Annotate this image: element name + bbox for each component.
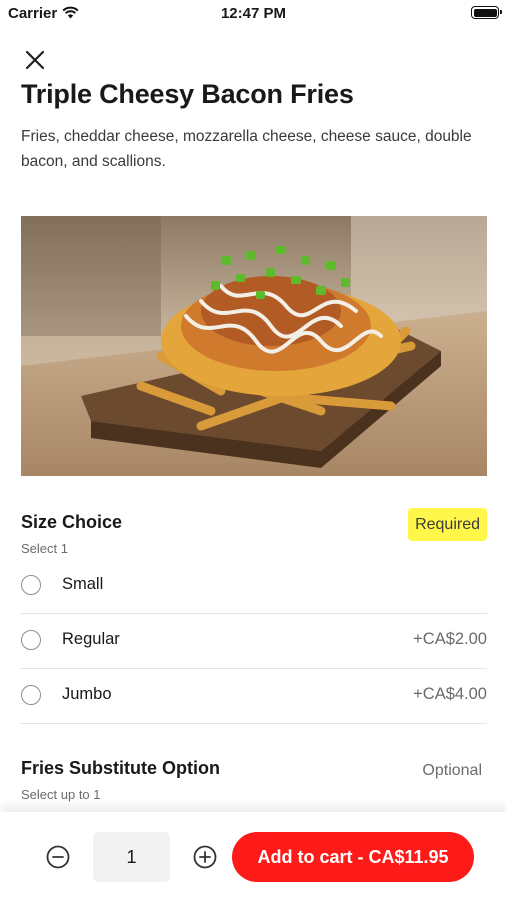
add-to-cart-button[interactable]: Add to cart - CA$11.95 [232, 832, 474, 882]
substitute-section-title: Fries Substitute Option [21, 758, 221, 778]
optional-badge: Optional [422, 762, 482, 779]
close-button[interactable] [21, 46, 49, 74]
divider [21, 723, 487, 724]
required-badge: Required [408, 508, 487, 541]
minus-circle-icon [46, 845, 70, 869]
radio-icon[interactable] [21, 630, 41, 650]
substitute-section-subtitle: Select up to 1 [21, 787, 101, 802]
battery-icon [471, 6, 502, 19]
status-time: 12:47 PM [220, 5, 287, 22]
option-price: +CA$2.00 [413, 630, 487, 648]
size-option-jumbo[interactable]: Jumbo +CA$4.00 [21, 669, 487, 724]
item-description: Fries, cheddar cheese, mozzarella cheese… [21, 128, 472, 170]
item-title: Triple Cheesy Bacon Fries [21, 79, 354, 109]
bottom-action-bar: 1 Add to cart - CA$11.95 [0, 812, 507, 900]
radio-icon[interactable] [21, 685, 41, 705]
close-icon [25, 50, 45, 70]
status-bar: Carrier 12:47 PM [0, 0, 507, 28]
option-price: +CA$4.00 [413, 685, 487, 703]
plus-circle-icon [193, 845, 217, 869]
size-section-title: Size Choice [21, 512, 123, 532]
radio-icon[interactable] [21, 575, 41, 595]
increase-quantity-button[interactable] [193, 845, 217, 869]
option-label: Jumbo [62, 685, 112, 703]
item-image [21, 216, 487, 476]
option-label: Regular [62, 630, 120, 648]
quantity-value: 1 [93, 832, 170, 882]
option-label: Small [62, 575, 104, 593]
size-option-regular[interactable]: Regular +CA$2.00 [21, 614, 487, 669]
size-option-small[interactable]: Small [21, 559, 487, 614]
size-section-subtitle: Select 1 [21, 541, 68, 556]
decrease-quantity-button[interactable] [46, 845, 70, 869]
